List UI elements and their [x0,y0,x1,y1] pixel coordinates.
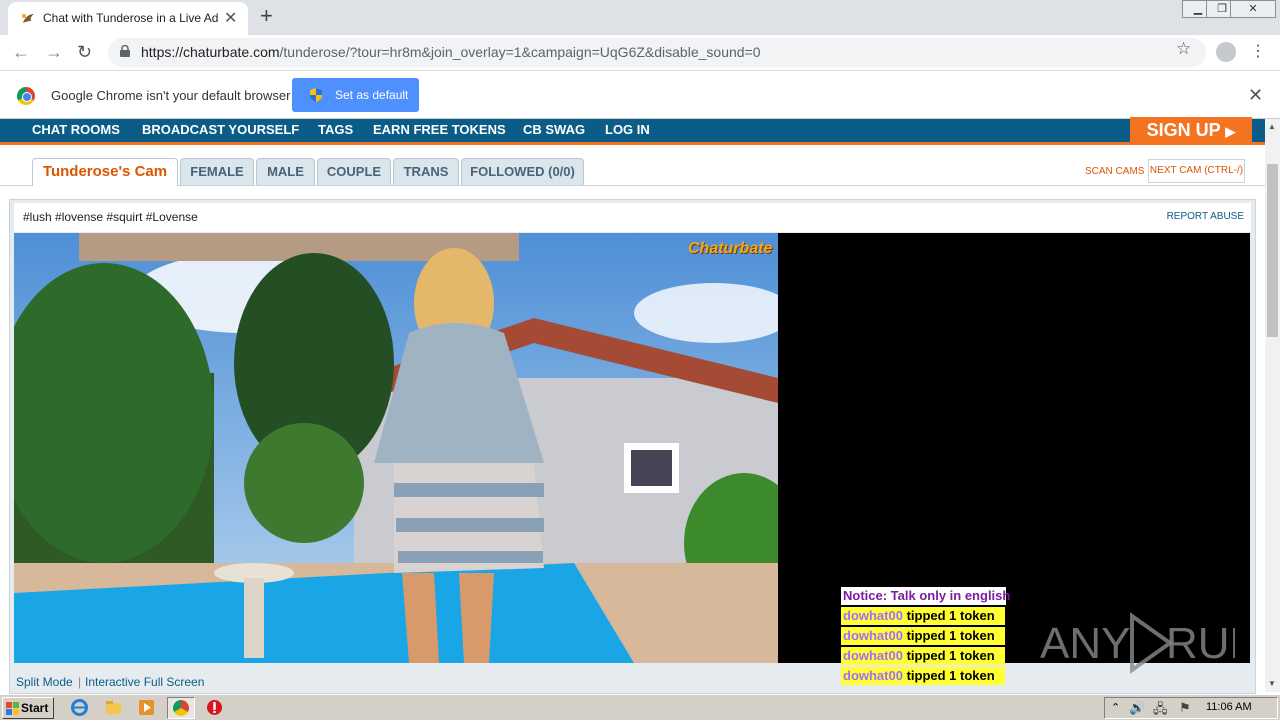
close-window-icon[interactable]: ✕ [1230,0,1276,18]
site-navigation: CHAT ROOMS BROADCAST YOURSELF TAGS EARN … [0,117,1265,145]
network-icon[interactable]: 🖧 [1153,700,1168,722]
tab-close-icon[interactable]: ✕ [224,8,237,28]
tab-trans[interactable]: TRANS [393,158,459,185]
nav-cb-swag[interactable]: CB SWAG [523,122,585,137]
tab-tunderose-cam[interactable]: Tunderose's Cam [32,158,178,186]
scroll-up-icon[interactable]: ▲ [1268,122,1276,131]
reload-icon[interactable]: ↻ [77,42,92,63]
report-abuse-link[interactable]: REPORT ABUSE [1167,211,1244,222]
chat-tip-line: dowhat00 tipped 1 token [841,607,1005,625]
player-mode-bar: Split Mode | Interactive Full Screen [14,671,1251,691]
tab-followed[interactable]: FOLLOWED (0/0) [461,158,584,185]
chat-tip-line: dowhat00 tipped 1 token [841,627,1005,645]
split-mode-link[interactable]: Split Mode [16,675,73,689]
chrome-menu-icon[interactable]: ⋮ [1250,41,1266,61]
next-cam-button[interactable]: NEXT CAM (CTRL-/) [1148,159,1245,183]
chat-username[interactable]: dowhat00 [843,628,903,643]
taskbar-clock[interactable]: 11:06 AM [1206,701,1252,713]
svg-text:RUN: RUN [1166,619,1235,668]
arrow-right-icon: ▶ [1225,124,1236,139]
video-frame [14,233,778,663]
scroll-down-icon[interactable]: ▼ [1268,679,1276,688]
interactive-full-screen-link[interactable]: Interactive Full Screen [85,675,204,689]
scan-cams-link[interactable]: SCAN CAMS [1085,166,1144,177]
nav-broadcast-yourself[interactable]: BROADCAST YOURSELF [142,122,299,137]
infobar-close-icon[interactable]: ✕ [1248,85,1263,106]
lock-icon [120,45,130,57]
anyrun-watermark-logo: ANY RUN [1040,612,1235,674]
nav-earn-free-tokens[interactable]: EARN FREE TOKENS [373,122,506,137]
sign-up-button[interactable]: SIGN UP ▶ [1130,117,1252,145]
new-tab-icon[interactable]: + [260,3,273,29]
set-as-default-button[interactable]: Set as default [292,78,419,112]
chrome-taskbar-button[interactable] [167,697,195,719]
windows-taskbar: Start ⌃ 🔊 🖧 ⚑ 11:06 AM [0,694,1280,720]
bookmark-star-icon[interactable]: ☆ [1176,39,1191,59]
chat-tip-line: dowhat00 tipped 1 token [841,647,1005,665]
system-tray: ⌃ 🔊 🖧 ⚑ 11:06 AM [1104,697,1278,719]
forward-icon[interactable]: → [45,42,63,63]
room-hashtags: #lush #lovense #squirt #Lovense [23,210,198,224]
default-browser-infobar: Google Chrome isn't your default browser… [0,71,1280,119]
profile-avatar-icon[interactable] [1216,42,1236,62]
scrollbar-thumb[interactable] [1267,164,1278,337]
media-player-icon[interactable] [138,699,155,716]
tab-female[interactable]: FEMALE [180,158,254,185]
chaturbate-video-logo: Chaturbate [688,240,773,257]
file-explorer-icon[interactable] [105,699,122,716]
chat-username[interactable]: dowhat00 [843,648,903,663]
room-subject-bar: #lush #lovense #squirt #Lovense REPORT A… [14,203,1251,232]
tab-title: Chat with Tunderose in a Live Adult [43,11,218,25]
opera-icon[interactable] [206,699,223,716]
page-scrollbar[interactable]: ▲ ▼ [1265,119,1280,692]
internet-explorer-icon[interactable] [71,699,88,716]
back-icon[interactable]: ← [12,42,30,63]
chaturbate-favicon-icon [22,14,34,23]
nav-tags[interactable]: TAGS [318,122,353,137]
video-player[interactable] [14,233,778,663]
chat-username[interactable]: dowhat00 [843,608,903,623]
chat-notice: Notice: Talk only in english [841,587,1011,605]
tab-male[interactable]: MALE [256,158,315,185]
cam-tabs-row: Tunderose's Cam FEMALE MALE COUPLE TRANS… [0,147,1265,186]
chrome-icon [173,700,189,716]
uac-shield-icon [310,88,322,102]
start-button[interactable]: Start [2,697,54,719]
action-center-flag-icon[interactable]: ⚑ [1179,700,1191,716]
address-bar[interactable]: https://chaturbate.com/tunderose/?tour=h… [108,38,1206,67]
nav-chat-rooms[interactable]: CHAT ROOMS [32,122,120,137]
browser-tab-strip: Chat with Tunderose in a Live Adult ✕ + … [0,0,1280,35]
browser-toolbar: ← → ↻ https://chaturbate.com/tunderose/?… [0,35,1280,71]
infobar-message: Google Chrome isn't your default browser [51,88,291,103]
mode-separator: | [78,675,82,689]
nav-log-in[interactable]: LOG IN [605,122,650,137]
url-text: https://chaturbate.com/tunderose/?tour=h… [141,44,761,60]
svg-text:ANY: ANY [1040,619,1130,668]
tab-couple[interactable]: COUPLE [317,158,391,185]
browser-tab[interactable]: Chat with Tunderose in a Live Adult ✕ [8,2,248,35]
chrome-logo-icon [17,87,35,105]
tray-expand-icon[interactable]: ⌃ [1111,701,1120,714]
windows-flag-icon [6,702,19,715]
volume-icon[interactable]: 🔊 [1129,700,1145,716]
